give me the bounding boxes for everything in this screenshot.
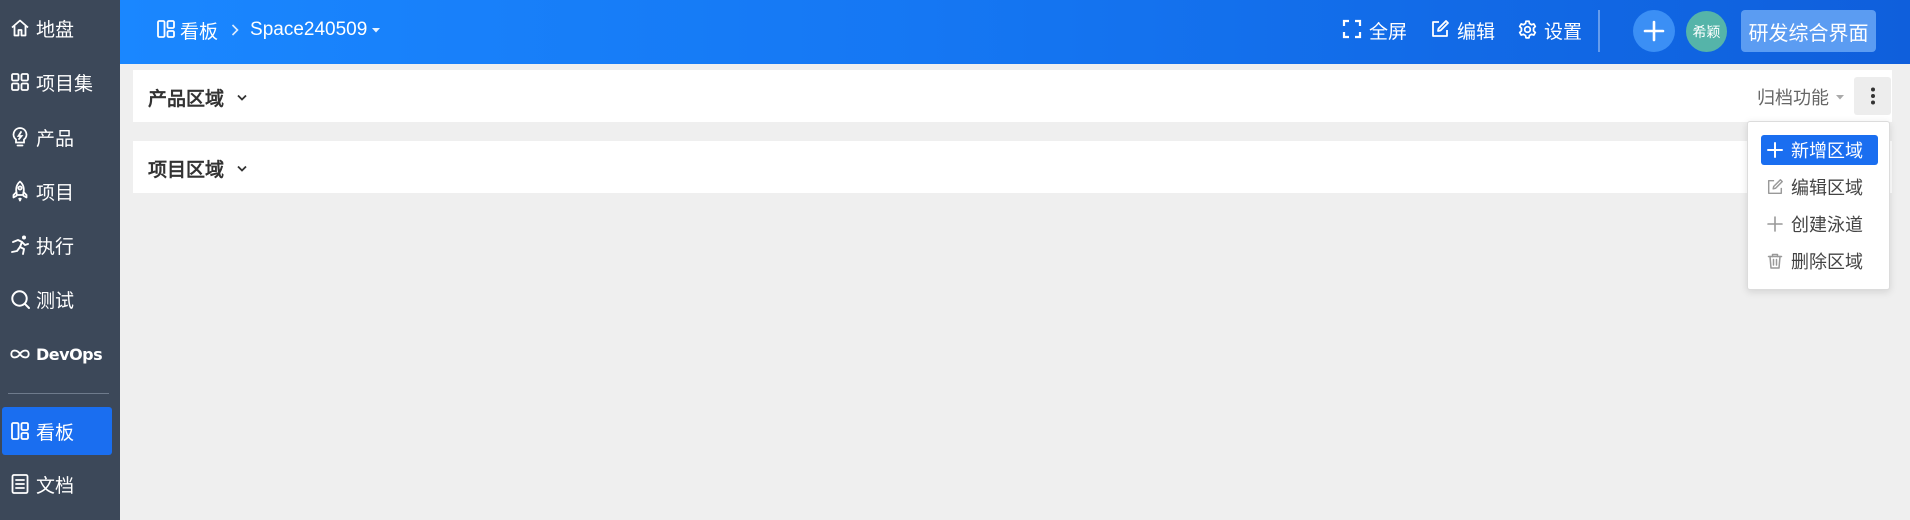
menu-item-label: 创建泳道 (1791, 215, 1863, 235)
settings-button[interactable]: 设置 (1517, 17, 1582, 43)
chevron-right-icon (230, 23, 240, 37)
caret-down-icon (1835, 93, 1845, 101)
fullscreen-button[interactable]: 全屏 (1342, 17, 1407, 43)
header-divider (1598, 10, 1600, 52)
menu-item-label: 编辑区域 (1791, 178, 1863, 198)
sidebar-item-project[interactable]: 项目 (0, 167, 110, 215)
archive-label: 归档功能 (1757, 88, 1829, 108)
sidebar-item-label: 测试 (36, 290, 75, 312)
sidebar-item-execution[interactable]: 执行 (0, 221, 110, 269)
add-button[interactable] (1633, 10, 1675, 52)
project-region-toggle[interactable]: 项目区域 (148, 155, 248, 182)
trash-icon (1766, 252, 1784, 270)
fullscreen-label: 全屏 (1369, 21, 1408, 43)
sidebar-item-devops[interactable]: DevOps (0, 330, 110, 378)
chevron-down-icon (236, 93, 248, 102)
sidebar-item-product[interactable]: 产品 (0, 113, 110, 161)
avatar[interactable]: 希颖 (1686, 11, 1727, 52)
menu-item-label: 新增区域 (1791, 141, 1863, 161)
region-options-menu: 新增区域 编辑区域 创建泳道 删除区域 (1747, 121, 1890, 290)
infinity-icon (9, 343, 31, 365)
sidebar-item-label: DevOps (36, 344, 103, 364)
document-icon (9, 473, 31, 495)
app-switch-button[interactable]: 研发综合界面 (1741, 10, 1876, 52)
grid-icon (9, 71, 31, 93)
menu-item-edit-region[interactable]: 编辑区域 (1761, 172, 1878, 202)
lightbulb-icon (9, 126, 31, 148)
product-region-toggle[interactable]: 产品区域 (148, 84, 248, 111)
sidebar-divider (8, 393, 109, 394)
plus-icon (1766, 215, 1784, 233)
sidebar-item-dashboard[interactable]: 地盘 (0, 4, 110, 52)
edit-label: 编辑 (1457, 21, 1496, 43)
sidebar: 地盘 项目集 产品 项目 执行 测试 DevOps 看板 文档 (0, 0, 120, 520)
edit-button[interactable]: 编辑 (1430, 17, 1495, 43)
product-region-panel: 产品区域 归档功能 (133, 70, 1892, 122)
plus-icon (1766, 141, 1784, 159)
more-options-button[interactable] (1854, 77, 1891, 115)
sidebar-item-label: 地盘 (36, 19, 75, 41)
rocket-icon (9, 180, 31, 202)
chevron-down-icon (236, 164, 248, 173)
sidebar-item-program[interactable]: 项目集 (0, 58, 110, 106)
archive-dropdown[interactable]: 归档功能 (1757, 84, 1845, 110)
fullscreen-icon (1342, 19, 1364, 41)
home-icon (9, 17, 31, 39)
magnifier-icon (9, 288, 31, 310)
edit-icon (1430, 19, 1452, 41)
kanban-icon (156, 19, 176, 41)
gear-icon (1517, 19, 1539, 41)
breadcrumb: 看板 Space240509 (156, 17, 381, 43)
menu-item-delete-region[interactable]: 删除区域 (1761, 246, 1878, 276)
sidebar-item-kanban[interactable]: 看板 (2, 407, 112, 455)
menu-item-label: 删除区域 (1791, 252, 1863, 272)
region-title: 产品区域 (148, 89, 225, 110)
sidebar-item-label: 项目 (36, 182, 75, 204)
project-region-panel: 项目区域 (133, 141, 1892, 193)
menu-item-create-swimlane[interactable]: 创建泳道 (1761, 209, 1878, 239)
sidebar-item-test[interactable]: 测试 (0, 275, 110, 323)
running-icon (9, 234, 31, 256)
caret-down-icon[interactable] (371, 26, 381, 34)
space-selector[interactable]: Space240509 (250, 19, 367, 41)
top-header: 看板 Space240509 全屏 编辑 设置 希颖 研发综合界面 (120, 0, 1910, 64)
vertical-dots-icon (1870, 86, 1876, 106)
edit-icon (1766, 178, 1784, 196)
breadcrumb-root-link[interactable]: 看板 (180, 17, 218, 44)
sidebar-item-label: 产品 (36, 128, 75, 150)
sidebar-item-label: 文档 (36, 475, 75, 497)
sidebar-item-label: 项目集 (36, 73, 94, 95)
sidebar-item-label: 执行 (36, 236, 75, 258)
region-title: 项目区域 (148, 160, 225, 181)
sidebar-item-docs[interactable]: 文档 (0, 460, 110, 508)
kanban-icon (9, 420, 31, 442)
settings-label: 设置 (1544, 21, 1583, 43)
sidebar-item-label: 看板 (36, 422, 75, 444)
plus-icon (1642, 19, 1666, 43)
menu-item-add-region[interactable]: 新增区域 (1761, 135, 1878, 165)
